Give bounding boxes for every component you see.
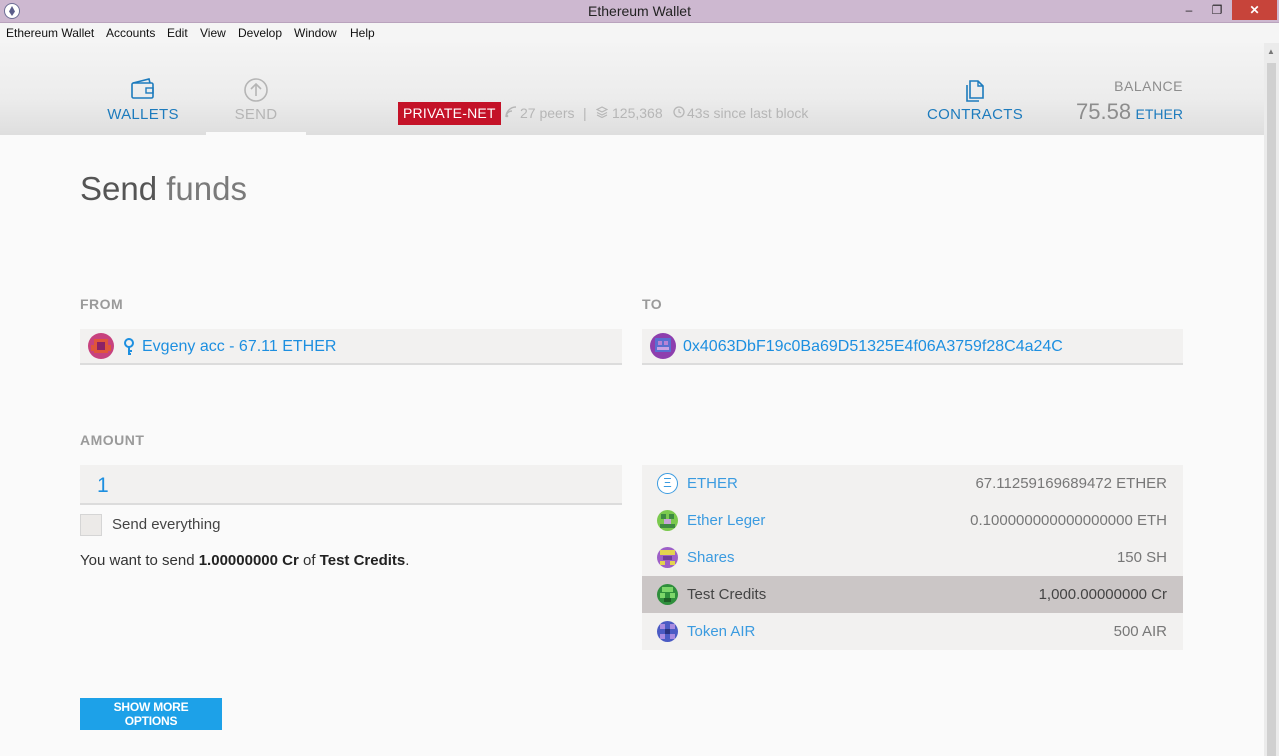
tab-send[interactable]: SEND xyxy=(206,43,306,135)
balance-value: 75.58 ETHER xyxy=(1050,99,1183,125)
to-label: TO xyxy=(642,296,663,312)
peers-count: 27 peers xyxy=(520,105,575,121)
tab-contracts[interactable]: CONTRACTS xyxy=(922,43,1028,135)
menu-edit[interactable]: Edit xyxy=(167,26,188,40)
menu-develop[interactable]: Develop xyxy=(238,26,282,40)
identicon-green-icon xyxy=(657,510,678,531)
ether-icon: Ξ xyxy=(657,473,678,494)
page-title-bold: Send xyxy=(80,170,158,207)
tab-contracts-label: CONTRACTS xyxy=(926,106,1024,123)
send-everything-checkbox[interactable] xyxy=(80,514,102,536)
menu-window[interactable]: Window xyxy=(294,26,337,40)
from-label: FROM xyxy=(80,296,124,312)
window-title-bar: Ethereum Wallet – ❐ ✕ xyxy=(0,0,1279,23)
summary-token: Test Credits xyxy=(319,552,406,569)
balance-label: BALANCE xyxy=(1114,78,1183,94)
active-tab-indicator xyxy=(206,132,306,135)
token-balance: 500 AIR xyxy=(1113,623,1167,640)
token-balance: 150 SH xyxy=(1116,549,1167,566)
token-row-ether-leger[interactable]: Ether Leger 0.100000000000000000 ETH xyxy=(642,502,1183,539)
token-row-token-air[interactable]: Token AIR 500 AIR xyxy=(642,613,1183,650)
contracts-icon xyxy=(966,80,984,102)
summary-mid: of xyxy=(298,552,320,569)
menu-accounts[interactable]: Accounts xyxy=(106,26,155,40)
token-balance: 0.100000000000000000 ETH xyxy=(970,512,1167,529)
app-header: WALLETS SEND PRIVATE-NET 27 peers | 125,… xyxy=(0,43,1264,135)
key-icon xyxy=(124,338,134,355)
summary-amount: 1.00000000 Cr xyxy=(198,552,299,569)
token-balance: 67.11259169689472 ETHER xyxy=(975,475,1167,492)
token-row-test-credits[interactable]: Test Credits 1,000.00000000 Cr xyxy=(642,576,1183,613)
to-address-identicon xyxy=(650,333,676,359)
from-account-identicon xyxy=(88,333,114,359)
maximize-button[interactable]: ❐ xyxy=(1204,0,1230,20)
clock-icon xyxy=(673,105,685,121)
token-row-ether[interactable]: Ξ ETHER 67.11259169689472 ETHER xyxy=(642,465,1183,502)
menu-help[interactable]: Help xyxy=(350,26,375,40)
last-block-time: 43s since last block xyxy=(687,105,809,121)
block-number: 125,368 xyxy=(612,105,663,121)
show-more-options-button[interactable]: SHOW MORE OPTIONS xyxy=(80,698,222,730)
status-separator: | xyxy=(583,105,587,121)
identicon-blue-icon xyxy=(657,621,678,642)
network-badge: PRIVATE-NET xyxy=(398,102,501,125)
send-everything-label[interactable]: Send everything xyxy=(112,516,220,533)
summary-prefix: You want to send xyxy=(80,552,199,569)
menu-view[interactable]: View xyxy=(200,26,226,40)
scroll-up-arrow-icon[interactable]: ▲ xyxy=(1267,47,1275,56)
identicon-purple-icon xyxy=(657,547,678,568)
wallet-icon xyxy=(131,78,154,99)
scrollbar-thumb[interactable] xyxy=(1267,63,1276,756)
token-name: ETHER xyxy=(687,475,738,492)
from-account-select[interactable]: Evgeny acc - 67.11 ETHER xyxy=(80,329,622,365)
page-title: Send funds xyxy=(80,170,247,208)
balance-unit: ETHER xyxy=(1135,106,1183,122)
blocks-icon xyxy=(595,105,609,121)
amount-label: AMOUNT xyxy=(80,432,145,448)
scrollbar[interactable]: ▲ xyxy=(1264,43,1279,756)
amount-value: 1 xyxy=(97,474,109,497)
token-row-shares[interactable]: Shares 150 SH xyxy=(642,539,1183,576)
to-address-text: 0x4063DbF19c0Ba69D51325E4f06A3759f28C4a2… xyxy=(683,338,1063,355)
summary-suffix: . xyxy=(405,552,410,569)
to-address-input[interactable]: 0x4063DbF19c0Ba69D51325E4f06A3759f28C4a2… xyxy=(642,329,1183,365)
send-summary: You want to send 1.00000000 Cr of Test C… xyxy=(80,552,409,569)
page-title-light: funds xyxy=(166,170,247,207)
token-name: Shares xyxy=(687,549,735,566)
amount-input[interactable]: 1 xyxy=(80,465,622,505)
token-name: Ether Leger xyxy=(687,512,766,529)
close-button[interactable]: ✕ xyxy=(1232,0,1277,20)
peers-icon xyxy=(505,105,517,121)
token-balance: 1,000.00000000 Cr xyxy=(1038,586,1167,603)
from-account-text: Evgeny acc - 67.11 ETHER xyxy=(142,338,337,355)
minimize-button[interactable]: – xyxy=(1176,0,1202,20)
menu-ethereum-wallet[interactable]: Ethereum Wallet xyxy=(6,26,94,40)
token-name: Test Credits xyxy=(687,586,767,603)
identicon-green-dark-icon xyxy=(657,584,678,605)
token-name: Token AIR xyxy=(687,623,756,640)
token-list: Ξ ETHER 67.11259169689472 ETHER Ether Le… xyxy=(642,465,1183,650)
tab-wallets[interactable]: WALLETS xyxy=(100,43,186,135)
balance-amount: 75.58 xyxy=(1076,99,1132,124)
menu-bar: Ethereum Wallet Accounts Edit View Devel… xyxy=(0,23,1279,43)
tab-send-label: SEND xyxy=(234,106,278,123)
send-arrow-icon xyxy=(244,78,268,102)
tab-wallets-label: WALLETS xyxy=(107,106,179,123)
window-title: Ethereum Wallet xyxy=(588,3,691,19)
